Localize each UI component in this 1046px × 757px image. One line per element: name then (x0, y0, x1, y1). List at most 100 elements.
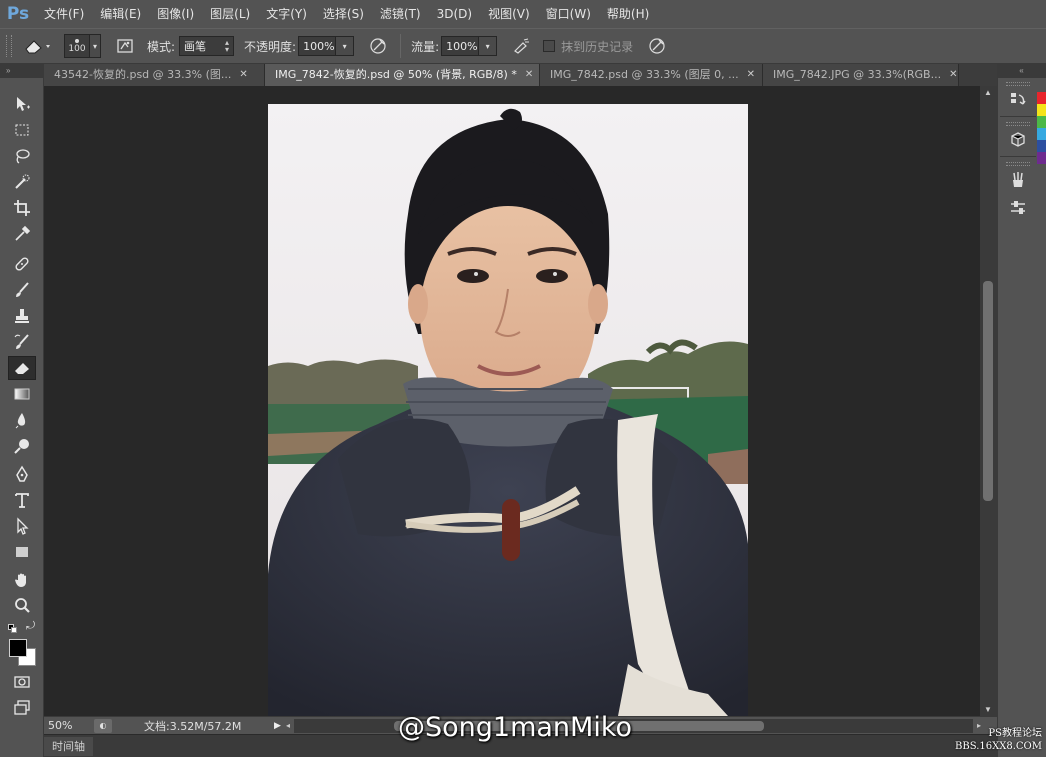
rectangle-shape-icon (16, 547, 28, 557)
menu-window[interactable]: 窗口(W) (538, 0, 599, 28)
quick-select-icon (15, 174, 30, 189)
dodge-tool[interactable] (8, 434, 36, 458)
zoom-tool[interactable] (8, 594, 36, 618)
scroll-left-icon[interactable]: ◂ (286, 721, 290, 730)
close-icon[interactable]: ✕ (747, 64, 755, 86)
healing-brush-tool[interactable] (8, 252, 36, 276)
document-status-icon[interactable]: ◐ (94, 718, 112, 733)
foreground-color[interactable] (9, 639, 27, 657)
tab-document-3[interactable]: IMG_7842.psd @ 33.3% (图层 0, ... ✕ (540, 64, 763, 86)
tablet-opacity-toggle[interactable] (366, 34, 390, 58)
swap-colors-icon[interactable]: ⤾ (26, 620, 35, 633)
dock-separator (1000, 116, 1036, 117)
close-icon[interactable]: ✕ (525, 64, 533, 86)
tab-document-4[interactable]: IMG_7842.JPG @ 33.3%(RGB... ✕ (763, 64, 959, 86)
status-menu-arrow-icon[interactable]: ▶ (274, 721, 286, 731)
dock-grip[interactable] (1006, 122, 1030, 126)
menu-layer[interactable]: 图层(L) (202, 0, 258, 28)
horizontal-scrollbar[interactable] (294, 718, 973, 733)
brush-tool[interactable] (8, 278, 36, 302)
gradient-tool[interactable] (8, 382, 36, 406)
brush-presets-button[interactable] (1004, 168, 1032, 192)
tool-preset-picker[interactable] (20, 33, 56, 59)
swatch-red[interactable] (1037, 92, 1046, 104)
default-colors-icon[interactable] (8, 624, 18, 634)
menu-image[interactable]: 图像(I) (149, 0, 202, 28)
close-icon[interactable]: ✕ (239, 64, 247, 86)
menu-filter[interactable]: 滤镜(T) (372, 0, 429, 28)
brush-size-dropdown[interactable]: ▾ (90, 34, 101, 58)
quick-mask-icon (14, 676, 30, 688)
airbrush-toggle[interactable] (509, 34, 533, 58)
history-brush-tool[interactable] (8, 330, 36, 354)
eraser-icon (15, 363, 29, 374)
flow-dropdown[interactable]: ▾ (479, 36, 498, 56)
crop-tool[interactable] (8, 196, 36, 220)
menu-3d[interactable]: 3D(D) (429, 0, 480, 28)
hand-tool[interactable] (8, 568, 36, 592)
swatch-green[interactable] (1037, 116, 1046, 128)
type-icon (15, 493, 29, 508)
tab-document-2[interactable]: IMG_7842-恢复的.psd @ 50% (背景, RGB/8) * ✕ (265, 64, 540, 86)
blur-tool[interactable] (8, 408, 36, 432)
dock-grip[interactable] (1006, 82, 1030, 86)
gradient-icon (14, 388, 30, 400)
path-select-tool[interactable] (8, 514, 36, 538)
menu-file[interactable]: 文件(F) (36, 0, 92, 28)
menu-select[interactable]: 选择(S) (315, 0, 372, 28)
options-separator (400, 34, 402, 58)
tablet-size-toggle[interactable] (645, 34, 669, 58)
quick-select-tool[interactable] (8, 170, 36, 194)
dodge-icon (14, 439, 29, 454)
flow-label: 流量: (411, 39, 440, 54)
scroll-down-icon[interactable]: ▼ (984, 705, 992, 714)
options-grip[interactable] (6, 35, 12, 57)
portrait-photo[interactable] (268, 104, 748, 716)
rectangle-tool[interactable] (8, 540, 36, 564)
swatch-blue[interactable] (1037, 140, 1046, 152)
swatch-yellow[interactable] (1037, 104, 1046, 116)
brush-size-picker[interactable]: 100 (64, 34, 90, 58)
menu-help[interactable]: 帮助(H) (599, 0, 657, 28)
3d-panel-button[interactable] (1004, 128, 1032, 152)
scroll-up-icon[interactable]: ▲ (984, 88, 992, 97)
history-panel-button[interactable] (1004, 88, 1032, 112)
timeline-tab[interactable]: 时间轴 (44, 737, 93, 756)
vertical-scrollbar[interactable]: ▲ ▼ (980, 86, 997, 716)
zoom-level[interactable]: 50% (44, 719, 94, 732)
brush-panel-toggle[interactable] (113, 34, 137, 58)
site-watermark-line1: PS教程论坛 (988, 728, 1042, 739)
tab-document-1[interactable]: 43542-恢复的.psd @ 33.3% (图... ✕ (44, 64, 265, 86)
opacity-input[interactable]: 100% (298, 36, 337, 56)
clone-stamp-tool[interactable] (8, 304, 36, 328)
move-tool[interactable] (8, 92, 36, 116)
screen-mode-toggle[interactable] (8, 696, 36, 720)
swatch-cyan[interactable] (1037, 128, 1046, 140)
mode-select[interactable]: 画笔 ▴ ▾ (179, 36, 235, 56)
dock-grip[interactable] (1006, 162, 1030, 166)
flow-input[interactable]: 100% (441, 36, 480, 56)
lasso-tool[interactable] (8, 144, 36, 168)
clone-source-button[interactable] (1004, 196, 1032, 220)
airbrush-icon (514, 38, 530, 54)
erase-to-history-checkbox[interactable] (543, 40, 556, 52)
menu-view[interactable]: 视图(V) (480, 0, 538, 28)
dock-collapse[interactable]: « (997, 64, 1046, 78)
stamp-icon (15, 309, 29, 323)
document-canvas[interactable] (44, 86, 980, 716)
type-tool[interactable] (8, 488, 36, 512)
scroll-thumb[interactable] (983, 281, 993, 501)
swatch-purple[interactable] (1037, 152, 1046, 164)
pen-tool[interactable] (8, 462, 36, 486)
brush-icon (16, 282, 29, 297)
eraser-tool[interactable] (8, 356, 36, 380)
close-icon[interactable]: ✕ (949, 64, 957, 86)
quick-mask-toggle[interactable] (8, 670, 36, 694)
menu-edit[interactable]: 编辑(E) (92, 0, 149, 28)
eyedropper-tool[interactable] (8, 222, 36, 246)
marquee-tool[interactable] (8, 118, 36, 142)
toolbar-collapse[interactable]: » (0, 64, 44, 78)
site-watermark-line2: BBS.16XX8.COM (955, 741, 1042, 752)
menu-type[interactable]: 文字(Y) (258, 0, 315, 28)
opacity-dropdown[interactable]: ▾ (336, 36, 355, 56)
